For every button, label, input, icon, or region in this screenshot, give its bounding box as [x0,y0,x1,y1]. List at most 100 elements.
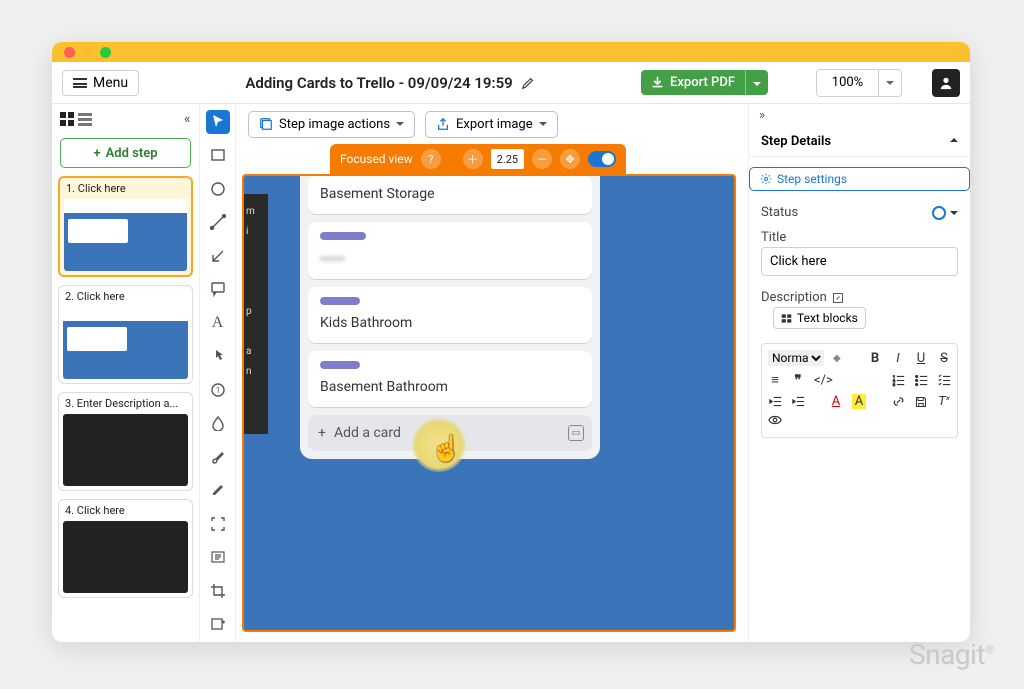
add-image-tool-icon[interactable] [206,613,230,637]
card-tag-icon [320,232,366,240]
step-canvas[interactable]: mipan Basement Storage ▪▪▪▪▪ Kids Bathro… [242,174,736,632]
align-left-icon[interactable]: ≡ [768,372,782,388]
save-icon[interactable] [914,396,928,408]
line-tool-icon[interactable] [206,211,230,235]
export-dropdown-icon[interactable] [745,70,768,95]
status-dropdown[interactable] [932,206,958,220]
indent-icon[interactable] [791,395,805,408]
checklist-icon[interactable] [937,374,951,387]
edit-title-icon[interactable] [521,76,535,90]
step-thumbnail [64,199,187,271]
number-tool-icon[interactable]: 1 [206,378,230,402]
export-pdf-button[interactable]: Export PDF [641,70,768,95]
collapse-sidebar-icon[interactable]: » [184,111,191,127]
link-icon[interactable] [891,395,905,408]
click-tool-icon[interactable] [206,345,230,369]
italic-icon[interactable]: I [891,351,905,366]
image-stack-icon [259,117,273,131]
step-settings-button[interactable]: Step settings [749,167,970,191]
strike-icon[interactable]: S [937,351,951,366]
clear-format-icon[interactable]: T× [937,394,951,409]
close-window-icon[interactable] [64,47,75,58]
rich-text-editor[interactable]: Normal ◆ B I U S ≡ ❞ </> 123 [761,343,958,438]
help-icon[interactable]: ? [421,149,441,169]
download-icon [651,76,664,89]
step-card[interactable]: 4. Click here [58,499,193,598]
focus-tool-icon[interactable] [206,512,230,536]
quote-icon[interactable]: ❞ [791,373,805,388]
grid-view-icon[interactable] [60,112,74,126]
export-image-button[interactable]: Export image [425,111,558,138]
highlight-color-icon[interactable]: A [852,394,866,409]
step-label: 2. Click here [59,286,192,307]
focused-view-label: Focused view [340,152,413,166]
highlight-tool-icon[interactable] [206,479,230,503]
panel-heading: Step Details [761,134,831,149]
ordered-list-icon[interactable]: 123 [891,374,905,387]
menu-button[interactable]: Menu [62,70,139,96]
svg-text:1: 1 [215,386,220,395]
crop-tool-icon[interactable] [206,579,230,603]
list-view-icon[interactable] [78,113,92,126]
trello-list: Basement Storage ▪▪▪▪▪ Kids Bathroom Bas… [300,176,600,459]
focus-zoom-value[interactable]: 2.25 [491,149,524,169]
code-icon[interactable]: </> [814,373,833,388]
step-image-actions-button[interactable]: Step image actions [248,111,415,138]
account-avatar[interactable] [932,69,960,97]
step-card[interactable]: 2. Click here [58,285,193,384]
plus-icon: + [318,425,326,441]
click-highlight-icon: ☝️ [412,418,466,472]
minimize-window-icon[interactable] [82,47,93,58]
eye-icon[interactable] [768,415,782,425]
zoom-value[interactable]: 100% [816,69,878,97]
edit-description-icon[interactable] [832,292,844,304]
stamp-tool-icon[interactable] [206,546,230,570]
format-select[interactable]: Normal [768,350,824,366]
text-color-icon[interactable]: A [829,394,843,409]
bullet-list-icon[interactable] [914,374,928,387]
underline-icon[interactable]: U [914,351,928,366]
zoom-out-icon[interactable]: － [532,149,552,169]
code-gutter: mipan [244,194,268,434]
template-icon[interactable]: ▭ [568,425,584,441]
focus-toggle[interactable] [588,151,616,167]
app-body: » + Add step 1. Click here 2. Click here… [52,104,970,642]
outdent-icon[interactable] [768,395,782,408]
chevron-down-icon [396,122,404,126]
rectangle-tool-icon[interactable] [206,144,230,168]
brush-tool-icon[interactable] [206,445,230,469]
trello-card[interactable]: Kids Bathroom [308,287,592,343]
text-blocks-button[interactable]: Text blocks [773,307,866,329]
step-label: 3. Enter Description a... [59,393,192,414]
chevron-up-icon[interactable] [950,134,958,149]
step-card[interactable]: 1. Click here [58,176,193,277]
step-details-panel: » Step Details Step settings Status Titl… [748,104,970,642]
trello-card[interactable]: Basement Storage [308,176,592,214]
text-blocks-icon [781,313,792,324]
arrow-tool-icon[interactable] [206,244,230,268]
circle-tool-icon[interactable] [206,177,230,201]
trello-card[interactable]: Basement Bathroom [308,351,592,407]
callout-tool-icon[interactable] [206,278,230,302]
zoom-dropdown[interactable] [878,69,902,97]
add-step-button[interactable]: + Add step [60,138,191,168]
trello-card[interactable]: ▪▪▪▪▪ [308,222,592,279]
zoom-window-icon[interactable] [100,47,111,58]
step-label: 1. Click here [60,178,191,199]
step-card[interactable]: 3. Enter Description a... [58,392,193,491]
step-thumbnail [63,521,188,593]
pointer-tool-icon[interactable] [206,110,230,134]
export-icon [436,117,450,131]
title-input[interactable] [761,247,958,276]
card-title: Basement Storage [320,186,580,202]
move-icon[interactable]: ✥ [560,149,580,169]
card-title: Kids Bathroom [320,315,580,331]
zoom-in-icon[interactable]: ＋ [463,149,483,169]
collapse-right-icon[interactable]: » [749,104,970,127]
blur-tool-icon[interactable] [206,412,230,436]
description-label: Description [761,290,827,305]
bold-icon[interactable]: B [868,351,882,366]
card-tag-icon [320,297,360,305]
app-window: Menu Adding Cards to Trello - 09/09/24 1… [52,42,970,642]
text-tool-icon[interactable]: A [206,311,230,335]
